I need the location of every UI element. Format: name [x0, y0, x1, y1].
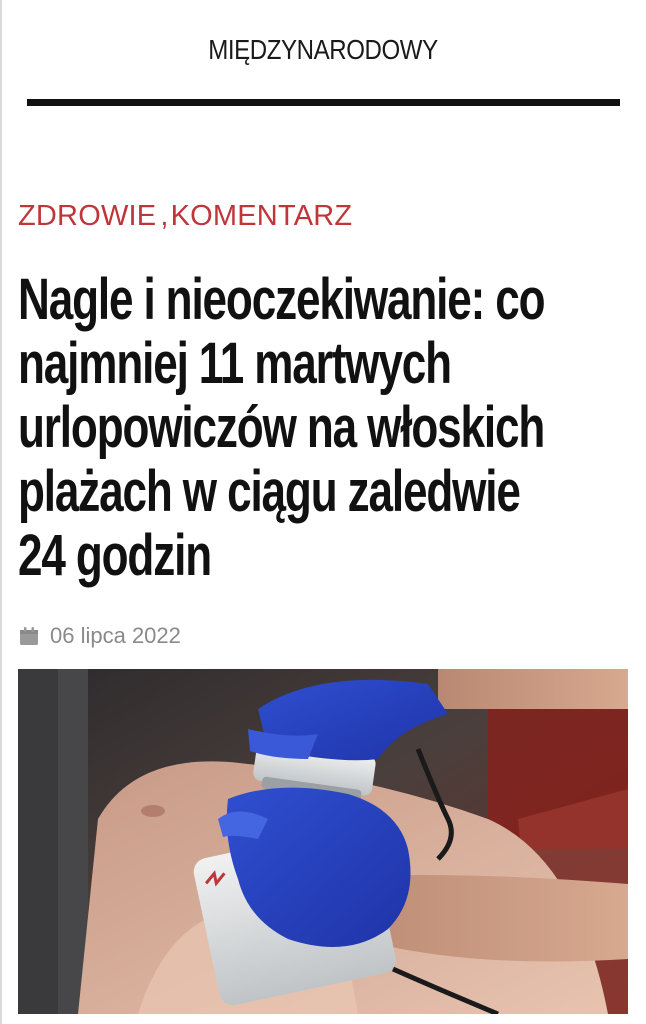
headline-line: Nagle i nieoczekiwanie: co [18, 267, 546, 332]
publish-date: 06 lipca 2022 [50, 623, 181, 648]
headline-line: 24 godzin [18, 523, 212, 588]
headline-line: urlopowiczów na włoskich [18, 395, 545, 460]
article-featured-image[interactable] [18, 669, 628, 1014]
headline-line: najmniej 11 martwych [18, 331, 452, 396]
category-link-zdrowie[interactable]: ZDROWIE [18, 200, 156, 232]
article-headline: Nagle i nieoczekiwanie: co najmniej 11 m… [18, 268, 641, 588]
section-title[interactable]: MIĘDZYNARODOWY [45, 34, 601, 66]
category-separator: , [160, 200, 169, 232]
calendar-icon [20, 627, 38, 645]
headline-line: plażach w ciągu zaledwie [18, 459, 521, 524]
article-categories: ZDROWIE ,KOMENTARZ [18, 200, 352, 233]
section-divider [27, 99, 620, 106]
defibrillator-photo [18, 669, 628, 1014]
article-meta: 06 lipca 2022 [18, 623, 181, 649]
category-link-komentarz[interactable]: KOMENTARZ [171, 200, 353, 232]
page-edge [0, 0, 2, 1024]
